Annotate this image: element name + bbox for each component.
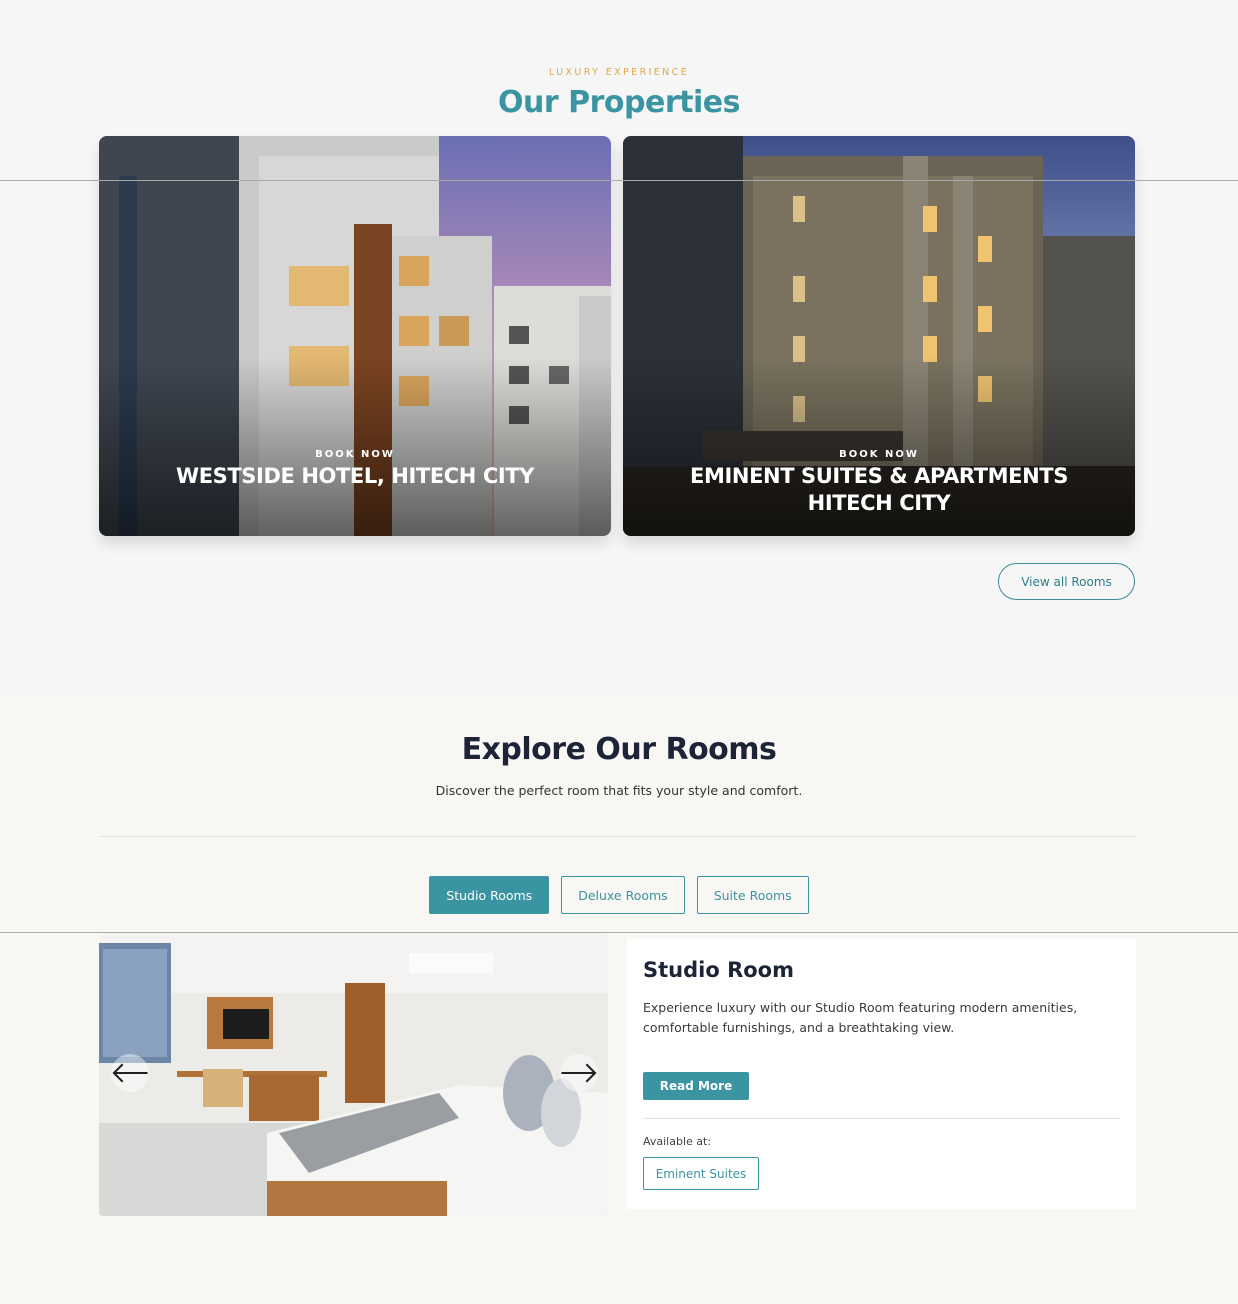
tab-suite-rooms[interactable]: Suite Rooms [696, 876, 809, 914]
arrow-left-icon [112, 1063, 148, 1083]
available-at-label: Available at: [643, 1135, 712, 1148]
properties-title: Our Properties [498, 85, 740, 120]
tab-deluxe-rooms[interactable]: Deluxe Rooms [561, 876, 685, 914]
eminent-suites-button[interactable]: Eminent Suites [643, 1157, 759, 1190]
read-more-button[interactable]: Read More [643, 1072, 749, 1100]
rooms-title: Explore Our Rooms [461, 732, 777, 767]
room-detail-card: Studio Room Experience luxury with our S… [627, 939, 1136, 1209]
book-now-label: BOOK NOW [315, 449, 395, 460]
property-name: EMINENT SUITES & APARTMENTS HITECH CITY [690, 464, 1068, 515]
divider-line [0, 180, 1238, 181]
property-name: WESTSIDE HOTEL, HITECH CITY [175, 464, 535, 488]
room-card-divider [643, 1118, 1120, 1119]
rooms-section: Explore Our Rooms Discover the perfect r… [0, 692, 1238, 1304]
view-all-rooms-button[interactable]: View all Rooms [998, 563, 1135, 600]
rooms-divider [99, 836, 1136, 837]
properties-eyebrow: LUXURY EXPERIENCE [548, 67, 690, 78]
properties-section: LUXURY EXPERIENCE Our Properties BOOK NO… [0, 0, 1238, 692]
arrow-right-icon [561, 1063, 597, 1083]
rooms-subtitle: Discover the perfect room that fits your… [435, 783, 803, 798]
room-description: Experience luxury with our Studio Room f… [643, 1000, 1078, 1035]
room-carousel[interactable] [99, 933, 608, 1216]
divider-line [0, 932, 1238, 933]
carousel-prev-button[interactable] [111, 1054, 149, 1092]
book-now-label: BOOK NOW [839, 449, 919, 460]
card-shade [99, 356, 611, 536]
property-card-westside[interactable]: BOOK NOW WESTSIDE HOTEL, HITECH CITY [99, 136, 611, 536]
carousel-next-button[interactable] [560, 1054, 598, 1092]
tab-studio-rooms[interactable]: Studio Rooms [429, 876, 550, 914]
property-card-eminent[interactable]: BOOK NOW EMINENT SUITES & APARTMENTS HIT… [623, 136, 1135, 536]
studio-room-photo [99, 933, 608, 1216]
room-type-tabs: Studio Rooms Deluxe Rooms Suite Rooms [0, 876, 1238, 914]
room-name: Studio Room [643, 958, 794, 982]
